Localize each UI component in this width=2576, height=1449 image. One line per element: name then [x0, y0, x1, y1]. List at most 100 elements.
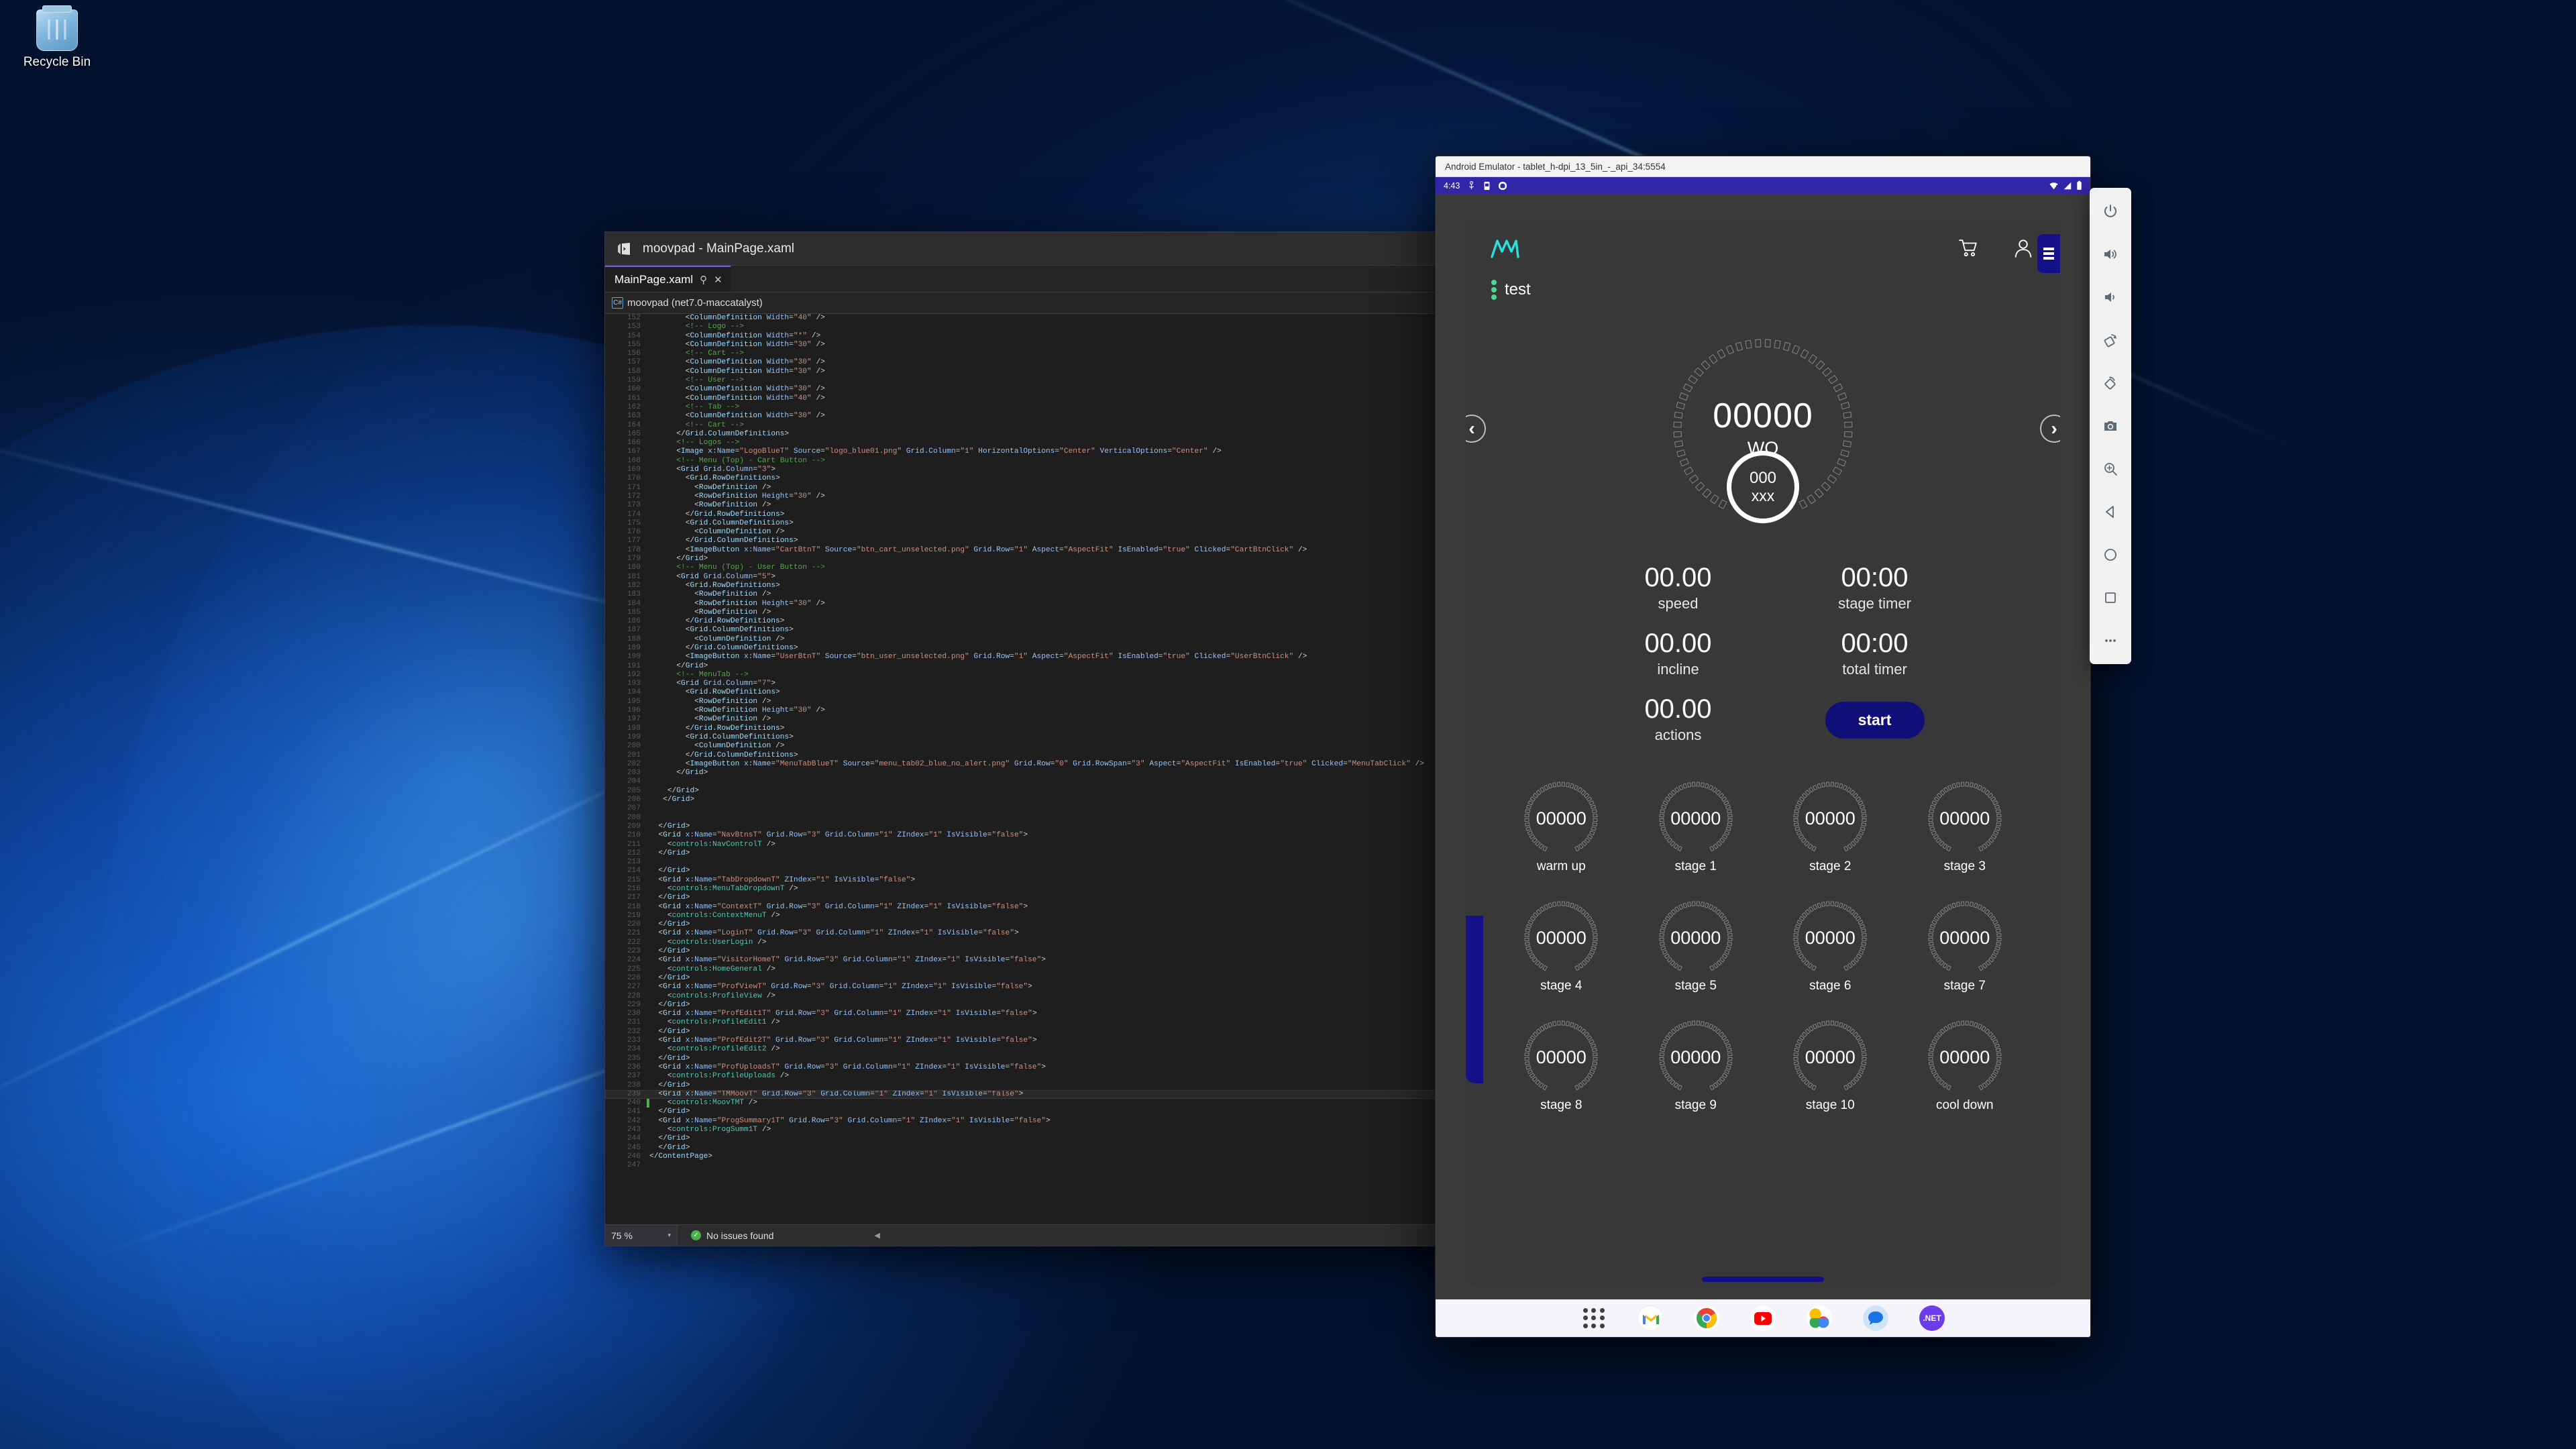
code-line[interactable]: 168 <!-- Menu (Top) - Cart Button --> [605, 457, 1566, 466]
code-line[interactable]: 164 <!-- Cart --> [605, 421, 1566, 430]
code-line[interactable]: 185 <RowDefinition /> [605, 608, 1566, 617]
code-line[interactable]: 152 <ColumnDefinition Width="40" /> [605, 314, 1566, 323]
rotate-right-button[interactable] [2099, 372, 2122, 394]
code-line[interactable]: 247 [605, 1161, 1566, 1170]
code-line[interactable]: 156 <!-- Cart --> [605, 350, 1566, 358]
code-line[interactable]: 194 <Grid.RowDefinitions> [605, 688, 1566, 697]
stage-gauge[interactable]: 00000 stage 8 [1524, 1020, 1598, 1113]
volume-up-button[interactable] [2099, 243, 2122, 266]
code-line[interactable]: 157 <ColumnDefinition Width="30" /> [605, 358, 1566, 367]
code-line[interactable]: 245 </Grid> [605, 1144, 1566, 1152]
code-line[interactable]: 162 <!-- Tab --> [605, 403, 1566, 412]
code-line[interactable]: 153 <!-- Logo --> [605, 323, 1566, 331]
code-line[interactable]: 241 </Grid> [605, 1108, 1566, 1116]
code-line[interactable]: 196 <RowDefinition Height="30" /> [605, 706, 1566, 715]
code-line[interactable]: 190 <ImageButton x:Name="UserBtnT" Sourc… [605, 653, 1566, 661]
home-button[interactable] [2099, 543, 2122, 566]
start-button[interactable]: start [1825, 701, 1925, 739]
dotnet-app-icon[interactable]: .NET [1919, 1305, 1945, 1331]
code-line[interactable]: 240 <controls:MoovTMT /> [605, 1099, 1566, 1108]
previous-page-button[interactable]: ‹ [1466, 415, 1486, 443]
code-line[interactable]: 226 </Grid> [605, 974, 1566, 983]
moovpad-app-page[interactable]: test 00000 WO 000 xxx ‹ › 00.00 speed 00… [1466, 219, 2060, 1287]
code-line[interactable]: 239 <Grid x:Name="TMMoovT" Grid.Row="3" … [605, 1089, 1566, 1099]
next-page-button[interactable]: › [2040, 415, 2060, 443]
code-line[interactable]: 201 </Grid.ColumnDefinitions> [605, 751, 1566, 760]
code-line[interactable]: 204 [605, 777, 1566, 786]
android-screen[interactable]: test 00000 WO 000 xxx ‹ › 00.00 speed 00… [1436, 194, 2090, 1299]
code-line[interactable]: 195 <RowDefinition /> [605, 698, 1566, 706]
code-line[interactable]: 154 <ColumnDefinition Width="*" /> [605, 332, 1566, 341]
code-line[interactable]: 174 </Grid.RowDefinitions> [605, 511, 1566, 519]
vs-title-bar[interactable]: moovpad - MainPage.xaml [605, 232, 1566, 266]
emulator-side-toolbar[interactable] [2090, 188, 2131, 664]
pin-tab-icon[interactable]: ⚲ [700, 274, 707, 286]
code-line[interactable]: 202 <ImageButton x:Name="MenuTabBlueT" S… [605, 760, 1566, 769]
code-line[interactable]: 212 </Grid> [605, 849, 1566, 858]
code-line[interactable]: 198 </Grid.RowDefinitions> [605, 724, 1566, 733]
code-line[interactable]: 234 <controls:ProfileEdit2 /> [605, 1045, 1566, 1054]
code-line[interactable]: 167 <Image x:Name="LogoBlueT" Source="lo… [605, 447, 1566, 456]
stage-gauge[interactable]: 00000 stage 5 [1659, 901, 1733, 994]
code-line[interactable]: 238 </Grid> [605, 1081, 1566, 1090]
more-button[interactable] [2099, 629, 2122, 652]
code-line[interactable]: 160 <ColumnDefinition Width="30" /> [605, 385, 1566, 394]
stage-gauge[interactable]: 00000 warm up [1524, 782, 1598, 874]
stage-gauge[interactable]: 00000 stage 6 [1793, 901, 1867, 994]
status-prev-arrow-icon[interactable]: ◀ [874, 1231, 879, 1240]
code-line[interactable]: 221 <Grid x:Name="LoginT" Grid.Row="3" G… [605, 929, 1566, 938]
android-emulator-window[interactable]: Android Emulator - tablet_h-dpi_13_5in_-… [1435, 156, 2091, 1338]
gmail-icon[interactable] [1638, 1305, 1663, 1331]
code-line[interactable]: 192 <!-- MenuTab --> [605, 671, 1566, 680]
code-line[interactable]: 236 <Grid x:Name="ProfUploadsT" Grid.Row… [605, 1063, 1566, 1072]
youtube-icon[interactable] [1750, 1305, 1776, 1331]
zoom-button[interactable] [2099, 458, 2122, 480]
code-line[interactable]: 214 </Grid> [605, 867, 1566, 875]
code-line[interactable]: 187 <Grid.ColumnDefinitions> [605, 626, 1566, 635]
code-line[interactable]: 225 <controls:HomeGeneral /> [605, 965, 1566, 974]
code-line[interactable]: 180 <!-- Menu (Top) - User Button --> [605, 564, 1566, 572]
code-line[interactable]: 181 <Grid Grid.Column="5"> [605, 573, 1566, 582]
code-line[interactable]: 219 <controls:ContextMenuT /> [605, 912, 1566, 920]
code-line[interactable]: 237 <controls:ProfileUploads /> [605, 1072, 1566, 1081]
stage-gauge[interactable]: 00000 stage 4 [1524, 901, 1598, 994]
issues-status[interactable]: ✓ No issues found [678, 1230, 773, 1241]
code-line[interactable]: 163 <ColumnDefinition Width="30" /> [605, 412, 1566, 421]
code-line[interactable]: 175 <Grid.ColumnDefinitions> [605, 519, 1566, 528]
code-line[interactable]: 165 </Grid.ColumnDefinitions> [605, 430, 1566, 439]
code-line[interactable]: 243 <controls:ProgSumm1T /> [605, 1126, 1566, 1134]
user-icon[interactable] [2013, 238, 2033, 258]
power-button[interactable] [2099, 200, 2122, 223]
sub-dial[interactable]: 000 xxx [1727, 451, 1799, 523]
tab-mainpage-xaml[interactable]: MainPage.xaml ⚲ ✕ [605, 266, 731, 292]
code-line[interactable]: 223 </Grid> [605, 947, 1566, 956]
code-line[interactable]: 222 <controls:UserLogin /> [605, 938, 1566, 947]
code-line[interactable]: 207 [605, 804, 1566, 813]
stage-gauge[interactable]: 00000 stage 3 [1928, 782, 2002, 874]
vs-navigation-bar[interactable]: C# moovpad (net7.0-maccatalyst) ▾ <> Gri… [605, 292, 1566, 314]
xaml-code-editor[interactable]: 152 <ColumnDefinition Width="40" /> 153 <… [605, 314, 1566, 1224]
vs-tab-strip[interactable]: MainPage.xaml ⚲ ✕ [605, 266, 1566, 292]
code-line[interactable]: 244 </Grid> [605, 1134, 1566, 1143]
code-line[interactable]: 218 <Grid x:Name="ContextT" Grid.Row="3"… [605, 903, 1566, 912]
overview-button[interactable] [2099, 586, 2122, 609]
close-tab-icon[interactable]: ✕ [714, 274, 722, 286]
rotate-left-button[interactable] [2099, 329, 2122, 352]
code-line[interactable]: 179 </Grid> [605, 555, 1566, 564]
code-line[interactable]: 205 </Grid> [605, 787, 1566, 796]
code-line[interactable]: 235 </Grid> [605, 1055, 1566, 1063]
code-line[interactable]: 211 <controls:NavControlT /> [605, 841, 1566, 849]
code-line[interactable]: 199 <Grid.ColumnDefinitions> [605, 733, 1566, 742]
photos-icon[interactable] [1807, 1305, 1832, 1331]
code-line[interactable]: 173 <RowDefinition /> [605, 501, 1566, 510]
code-line[interactable]: 203 </Grid> [605, 769, 1566, 777]
code-line[interactable]: 210 <Grid x:Name="NavBtnsT" Grid.Row="3"… [605, 831, 1566, 840]
code-line[interactable]: 215 <Grid x:Name="TabDropdownT" ZIndex="… [605, 876, 1566, 885]
android-taskbar[interactable]: .NET [1436, 1299, 2090, 1337]
menu-tab-button[interactable] [2037, 234, 2060, 273]
cart-icon[interactable] [1958, 238, 1978, 258]
code-line[interactable]: 182 <Grid.RowDefinitions> [605, 582, 1566, 590]
code-line[interactable]: 217 </Grid> [605, 894, 1566, 902]
code-line[interactable]: 186 </Grid.RowDefinitions> [605, 617, 1566, 626]
editor-zoom-selector[interactable]: 75 % ▾ [605, 1225, 678, 1246]
